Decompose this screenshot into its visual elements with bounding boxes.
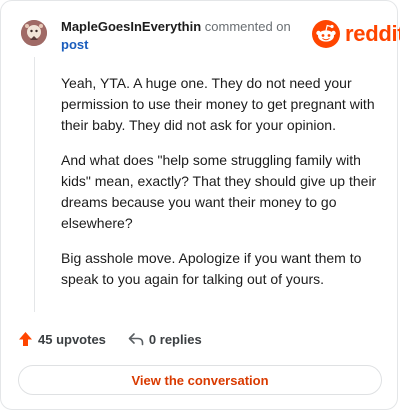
comment-body: Yeah, YTA. A huge one. They do not need … bbox=[61, 73, 377, 304]
post-link[interactable]: post bbox=[61, 37, 88, 52]
view-conversation-button[interactable]: View the conversation bbox=[18, 365, 382, 395]
comment-header: MapleGoesInEverythin commented on post bbox=[61, 18, 301, 54]
reddit-logo[interactable]: reddit bbox=[312, 19, 400, 49]
comment-paragraph: And what does "help some struggling fami… bbox=[61, 152, 377, 231]
commented-on-text: commented on bbox=[201, 19, 291, 34]
avatar-image-icon bbox=[21, 20, 47, 46]
user-avatar[interactable] bbox=[21, 20, 47, 46]
username-link[interactable]: MapleGoesInEverythin bbox=[61, 19, 201, 34]
embedded-comment-card: MapleGoesInEverythin commented on post r… bbox=[0, 0, 400, 410]
reddit-wordmark: reddit bbox=[345, 21, 400, 46]
replies-button[interactable]: 0 replies bbox=[128, 332, 202, 347]
upvote-arrow-icon bbox=[19, 332, 32, 346]
comment-paragraph: Big asshole move. Apologize if you want … bbox=[61, 250, 362, 287]
upvote-count: 45 upvotes bbox=[38, 331, 106, 347]
reddit-snoo-icon bbox=[312, 20, 340, 48]
comment-paragraph: Yeah, YTA. A huge one. They do not need … bbox=[61, 75, 375, 133]
thread-line bbox=[34, 57, 35, 312]
comment-actions: 45 upvotes 0 replies bbox=[18, 331, 202, 347]
upvote-button[interactable]: 45 upvotes bbox=[18, 331, 106, 347]
reply-count: 0 replies bbox=[148, 331, 202, 347]
reply-arrow-icon bbox=[128, 333, 144, 346]
